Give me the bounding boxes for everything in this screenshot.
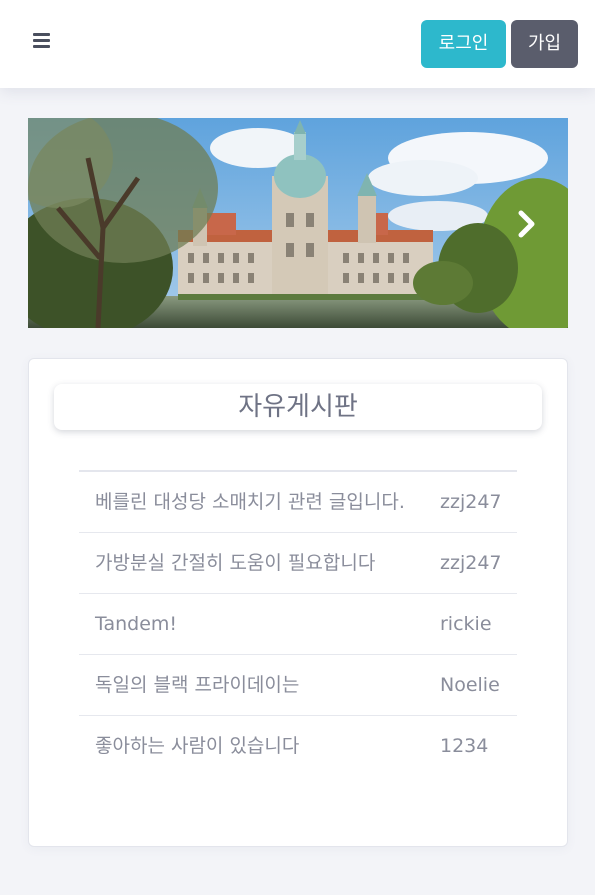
board-title: 자유게시판	[54, 384, 542, 430]
join-button[interactable]: 가입	[511, 20, 578, 68]
hero-carousel-image	[28, 118, 568, 328]
post-list: 베를린 대성당 소매치기 관련 글입니다. zzj247 가방분실 간절히 도움…	[79, 470, 517, 777]
city-hall-photo	[28, 118, 568, 328]
post-title[interactable]: 베를린 대성당 소매치기 관련 글입니다.	[95, 472, 405, 533]
post-row[interactable]: Tandem! rickie	[79, 594, 517, 655]
post-row[interactable]: 좋아하는 사람이 있습니다 1234	[79, 716, 517, 777]
post-title[interactable]: 가방분실 간절히 도움이 필요합니다	[95, 533, 375, 594]
post-author: zzj247	[440, 491, 502, 513]
post-author: zzj247	[440, 552, 502, 574]
post-author: Noelie	[440, 674, 500, 696]
chevron-right-icon	[518, 210, 535, 238]
carousel-next-button[interactable]	[512, 207, 542, 241]
post-author: 1234	[440, 735, 489, 757]
post-row[interactable]: 가방분실 간절히 도움이 필요합니다 zzj247	[79, 533, 517, 594]
login-button[interactable]: 로그인	[421, 20, 506, 68]
top-header: 로그인 가입	[0, 0, 595, 88]
post-row[interactable]: 독일의 블랙 프라이데이는 Noelie	[79, 655, 517, 716]
post-row[interactable]: 베를린 대성당 소매치기 관련 글입니다. zzj247	[79, 472, 517, 533]
post-title[interactable]: 좋아하는 사람이 있습니다	[95, 716, 299, 777]
post-author: rickie	[440, 613, 492, 635]
free-board-card: 자유게시판 베를린 대성당 소매치기 관련 글입니다. zzj247 가방분실 …	[28, 358, 568, 847]
hamburger-menu-icon[interactable]	[31, 31, 53, 51]
post-title[interactable]: 독일의 블랙 프라이데이는	[95, 655, 299, 716]
post-title[interactable]: Tandem!	[95, 594, 177, 655]
